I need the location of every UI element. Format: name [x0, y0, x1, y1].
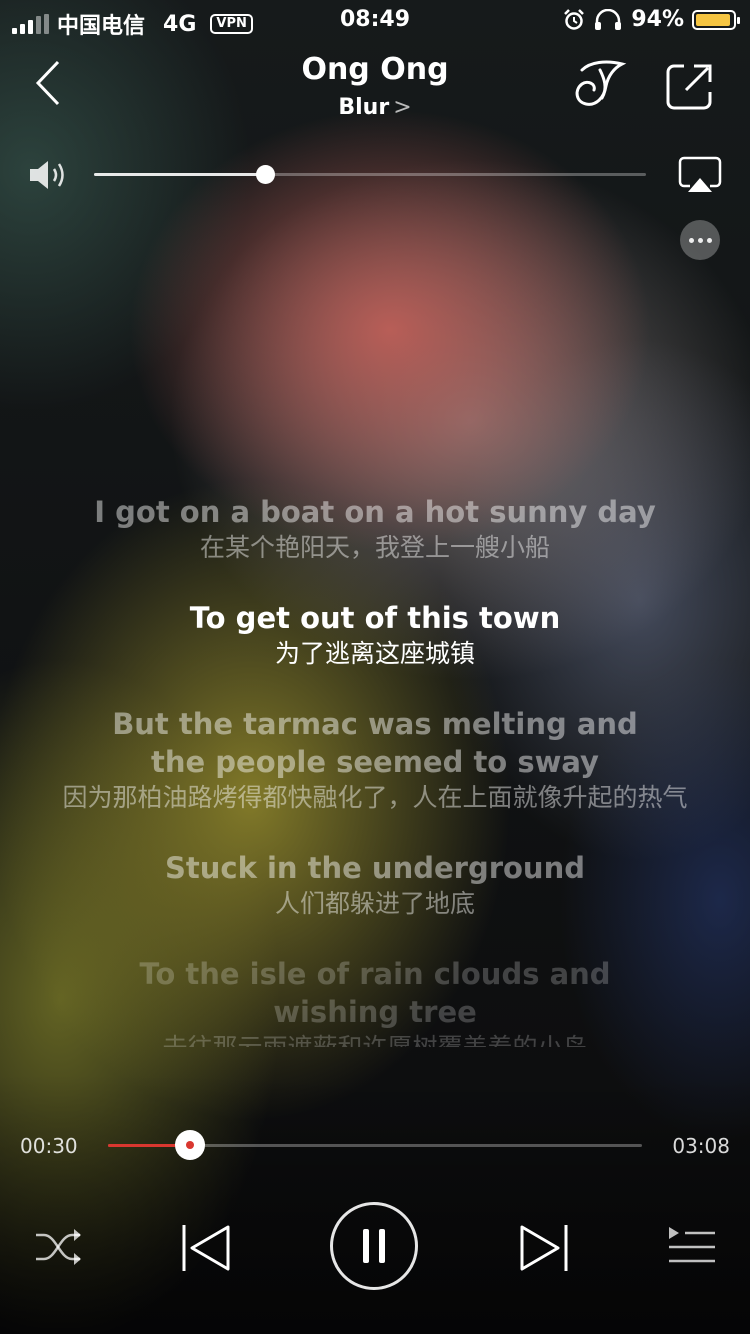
lyric-line[interactable]: But the tarmac was melting and the peopl…	[40, 705, 710, 815]
shuffle-button[interactable]	[30, 1220, 88, 1274]
playlist-icon	[669, 1227, 715, 1263]
lyric-chinese: 为了逃离这座城镇	[274, 639, 475, 668]
lyric-line[interactable]: To the isle of rain clouds and wishing t…	[40, 955, 710, 1047]
battery-percent: 94%	[631, 7, 684, 32]
share-icon	[666, 64, 712, 110]
headphones-icon	[595, 8, 622, 30]
lyric-line[interactable]: I got on a boat on a hot sunny day 在某个艳阳…	[40, 493, 710, 565]
total-time: 03:08	[672, 1134, 730, 1158]
lyric-english: But the tarmac was melting and the peopl…	[112, 707, 638, 779]
song-title: Ong Ong	[301, 52, 449, 87]
airplay-icon[interactable]	[678, 156, 722, 194]
progress-slider[interactable]	[108, 1130, 642, 1160]
ringtone-button[interactable]	[570, 54, 628, 114]
playback-controls	[0, 1200, 750, 1296]
more-icon	[688, 237, 694, 243]
volume-row	[0, 150, 750, 200]
lyric-chinese: 因为那柏油路烤得都快融化了，人在上面就像升起的热气	[62, 783, 688, 812]
speaker-icon	[30, 161, 64, 189]
previous-button[interactable]	[176, 1220, 236, 1276]
lyric-english: Stuck in the underground	[165, 851, 585, 885]
player-header: Ong Ong Blur >	[0, 50, 750, 130]
share-button[interactable]	[664, 58, 716, 112]
lyric-english: I got on a boat on a hot sunny day	[94, 495, 656, 529]
playback-progress: 00:30 03:08	[0, 1124, 750, 1168]
artist-link[interactable]: Blur >	[0, 90, 750, 126]
lyric-line-current[interactable]: To get out of this town 为了逃离这座城镇	[40, 599, 710, 671]
elapsed-time: 00:30	[20, 1134, 78, 1158]
chevron-right-icon: >	[393, 95, 412, 120]
more-options-button[interactable]	[680, 220, 720, 260]
next-button[interactable]	[514, 1220, 574, 1276]
volume-knob[interactable]	[256, 165, 276, 184]
alarm-icon	[564, 8, 585, 30]
lyric-chinese: 人们都躲进了地底	[274, 889, 475, 918]
previous-icon	[182, 1225, 230, 1271]
lyric-chinese: 在某个艳阳天，我登上一艘小船	[199, 533, 550, 562]
volume-slider[interactable]	[94, 165, 646, 184]
ringtone-icon	[575, 60, 627, 106]
battery-icon	[692, 9, 740, 30]
artist-name: Blur	[338, 95, 390, 120]
lyric-chinese: 去往那云雨遮蔽和许愿树覆盖着的小岛	[40, 1031, 710, 1047]
next-icon	[520, 1225, 568, 1271]
pause-button[interactable]	[330, 1202, 418, 1290]
lyrics-panel: I got on a boat on a hot sunny day 在某个艳阳…	[40, 493, 710, 1081]
playlist-button[interactable]	[662, 1220, 722, 1274]
lyric-english: To get out of this town	[189, 601, 561, 635]
progress-knob[interactable]	[174, 1130, 205, 1160]
shuffle-icon	[36, 1229, 81, 1265]
lyric-english: To the isle of rain clouds and wishing t…	[139, 957, 611, 1029]
lyric-line[interactable]: Stuck in the underground 人们都躲进了地底	[40, 849, 710, 921]
status-bar: 中国电信 4G VPN 08:49 94%	[0, 0, 750, 40]
volume-fill	[94, 173, 266, 176]
pause-icon	[363, 1229, 385, 1263]
